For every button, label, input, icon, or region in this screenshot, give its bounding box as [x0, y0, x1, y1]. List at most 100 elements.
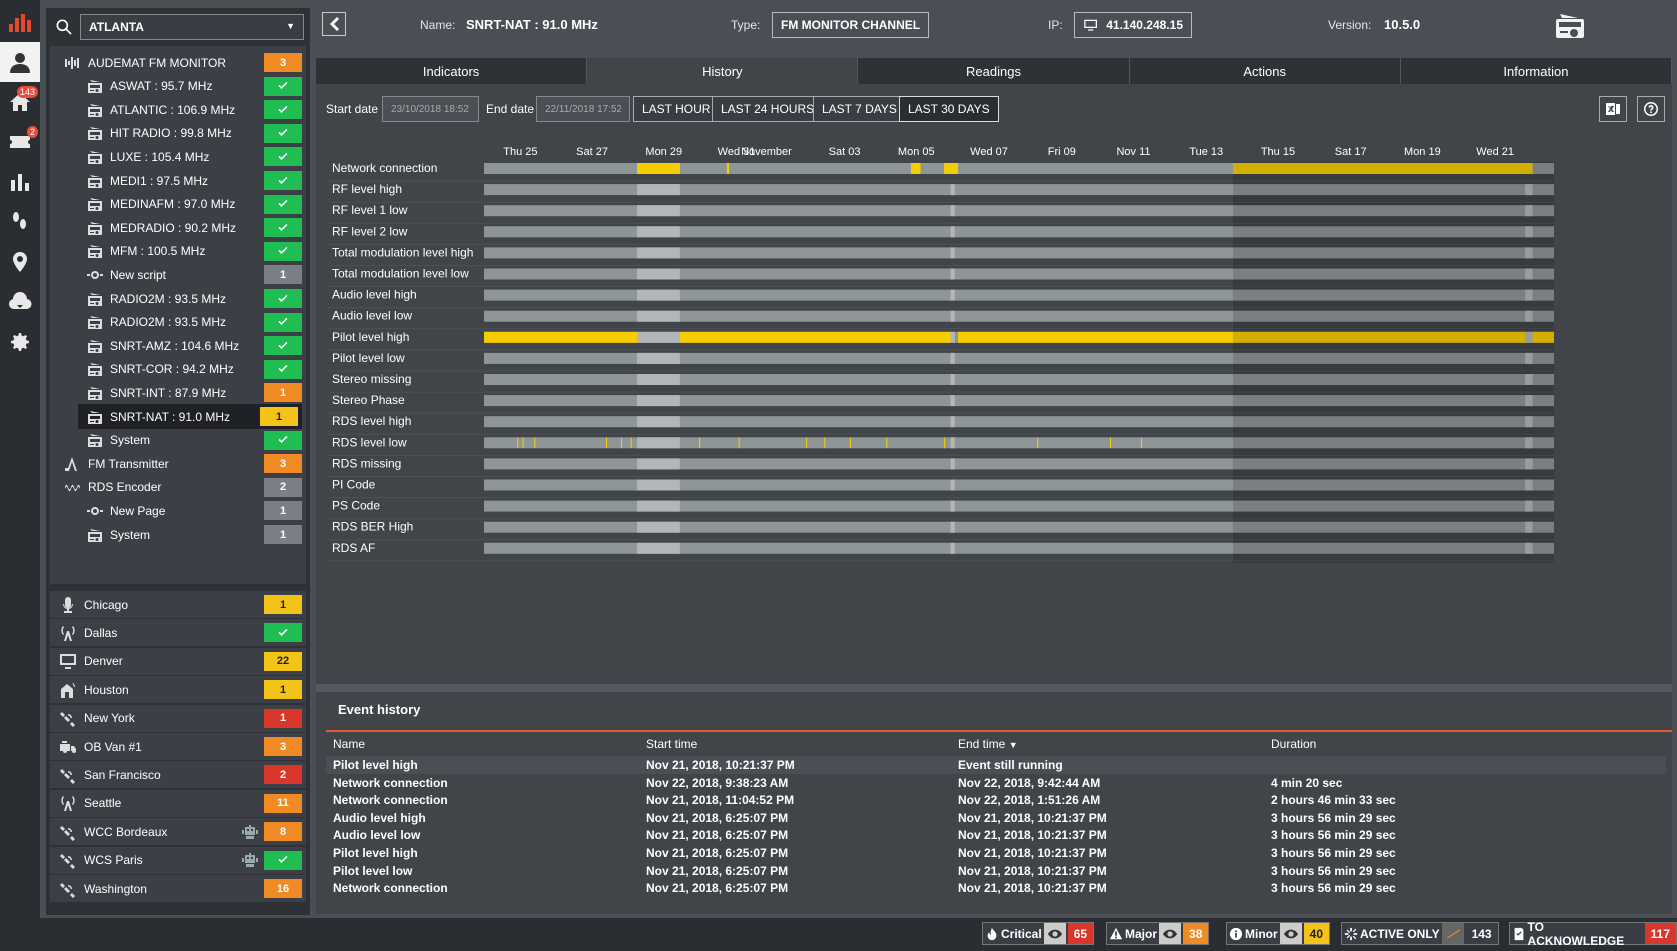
eye-icon[interactable]	[1043, 923, 1066, 944]
critical-filter[interactable]: Critical 65	[982, 922, 1095, 945]
site-item[interactable]: San Francisco 2	[50, 761, 306, 789]
status-badge: 1	[264, 501, 302, 521]
ticket-icon[interactable]: 2	[0, 122, 40, 162]
start-date-input[interactable]	[382, 96, 479, 122]
tree-item[interactable]: SNRT-COR : 94.2 MHz	[50, 357, 306, 382]
col-name-header[interactable]: Name	[333, 737, 365, 751]
range-button[interactable]: LAST 7 DAYS	[813, 96, 906, 122]
timeline-row-label: Audio level low	[332, 309, 412, 323]
site-item[interactable]: OB Van #1 3	[50, 733, 306, 760]
timeline-gap	[950, 331, 955, 343]
ip-button[interactable]: 41.140.248.15	[1074, 12, 1192, 38]
tree-item-label: New Page	[110, 503, 166, 518]
minor-filter[interactable]: Minor 40	[1226, 922, 1331, 945]
device-header: Name: SNRT-NAT : 91.0 MHz Type: FM MONIT…	[316, 0, 1677, 52]
tree-item[interactable]: MFM : 100.5 MHz	[50, 239, 306, 264]
tree-item[interactable]: HIT RADIO : 99.8 MHz	[50, 121, 306, 146]
panel-splitter[interactable]	[316, 684, 1672, 692]
tree-item[interactable]: MEDI1 : 97.5 MHz	[50, 168, 306, 193]
tree-item[interactable]: SNRT-AMZ : 104.6 MHz	[50, 333, 306, 358]
tree-item[interactable]: ASWAT : 95.7 MHz	[50, 74, 306, 99]
table-row[interactable]: Network connection Nov 22, 2018, 9:38:23 …	[326, 774, 1666, 792]
tree-item[interactable]: New script 1	[50, 262, 306, 287]
range-button[interactable]: LAST HOUR	[633, 96, 720, 122]
ip-value: 41.140.248.15	[1106, 18, 1183, 32]
timeline-row-label: Total modulation level high	[332, 245, 473, 259]
tree-item[interactable]: AUDEMAT FM MONITOR 3	[50, 50, 306, 75]
gear-icon[interactable]	[0, 322, 40, 362]
site-item[interactable]: Houston 1	[50, 676, 306, 704]
timeline-event	[517, 437, 519, 449]
eye-icon[interactable]	[1159, 923, 1182, 944]
tree-item[interactable]: FM Transmitter 3	[50, 451, 306, 476]
home-icon[interactable]: 143	[0, 82, 40, 122]
to-acknowledge-filter[interactable]: TO ACKNOWLEDGE 117	[1509, 920, 1677, 948]
table-row[interactable]: Audio level low Nov 21, 2018, 6:25:07 PM N…	[326, 826, 1666, 844]
range-button[interactable]: LAST 24 HOURS	[712, 96, 824, 122]
active-only-filter[interactable]: ACTIVE ONLY 143	[1341, 922, 1499, 945]
tree-item[interactable]: MEDINAFM : 97.0 MHz	[50, 192, 306, 217]
range-button[interactable]: LAST 30 DAYS	[899, 96, 999, 122]
major-filter[interactable]: Major 38	[1106, 922, 1210, 945]
status-badge: 1	[264, 265, 302, 285]
tab-readings[interactable]: Readings	[858, 58, 1130, 84]
tree-item[interactable]: System 1	[50, 522, 306, 547]
bar-chart-icon[interactable]	[0, 162, 40, 202]
tab-actions[interactable]: Actions	[1129, 58, 1401, 84]
cloud-download-icon[interactable]	[0, 282, 40, 322]
tree-item[interactable]: RDS Encoder 2	[50, 475, 306, 500]
timeline-gap	[637, 458, 680, 470]
site-item[interactable]: WCC Bordeaux 8	[50, 818, 306, 846]
site-item[interactable]: Washington 16	[50, 875, 306, 902]
site-item[interactable]: WCS Paris	[50, 846, 306, 874]
status-badge	[264, 76, 302, 96]
antenna-icon	[56, 794, 80, 812]
eye-icon[interactable]	[1279, 923, 1302, 944]
tree-item[interactable]: ATLANTIC : 106.9 MHz	[50, 97, 306, 122]
col-start-header[interactable]: Start time	[646, 737, 697, 751]
badge-count: 8	[279, 825, 287, 838]
col-duration-header[interactable]: Duration	[1271, 737, 1316, 751]
tree-item[interactable]: RADIO2M : 93.5 MHz	[50, 286, 306, 311]
site-item[interactable]: Dallas	[50, 619, 306, 647]
check-icon	[278, 294, 288, 302]
tree-item-label: ATLANTIC : 106.9 MHz	[110, 102, 236, 117]
tree-item[interactable]: LUXE : 105.4 MHz	[50, 144, 306, 169]
footsteps-icon[interactable]	[0, 202, 40, 242]
back-button[interactable]	[322, 12, 346, 36]
tree-item[interactable]: MEDRADIO : 90.2 MHz	[50, 215, 306, 240]
site-item[interactable]: New York 1	[50, 704, 306, 732]
radio-device-icon	[1556, 14, 1584, 38]
table-row[interactable]: Pilot level high Nov 21, 2018, 10:21:37 P…	[326, 756, 1666, 774]
table-row[interactable]: Audio level high Nov 21, 2018, 6:25:07 PM…	[326, 809, 1666, 827]
tree-item[interactable]: System	[50, 428, 306, 453]
end-date-input[interactable]	[536, 96, 630, 122]
site-item[interactable]: Seattle 11	[50, 789, 306, 817]
help-button[interactable]	[1637, 96, 1665, 122]
table-row[interactable]: Pilot level high Nov 21, 2018, 6:25:07 PM…	[326, 844, 1666, 862]
table-row[interactable]: Pilot level low Nov 21, 2018, 6:25:07 PM N…	[326, 862, 1666, 880]
tree-item[interactable]: New Page 1	[50, 498, 306, 523]
eye-off-icon[interactable]	[1441, 923, 1464, 944]
status-badge	[264, 171, 302, 190]
tab-history[interactable]: History	[587, 58, 859, 84]
tree-item[interactable]: SNRT-NAT : 91.0 MHz 1	[78, 404, 302, 429]
critical-label: Critical	[1001, 926, 1042, 941]
tab-information[interactable]: Information	[1400, 58, 1673, 84]
user-icon[interactable]	[0, 42, 40, 82]
site-item[interactable]: Chicago 1	[50, 591, 306, 618]
search-icon[interactable]	[54, 17, 74, 37]
site-select[interactable]: ATLANTA ▼	[80, 14, 304, 40]
home-badge: 143	[16, 86, 38, 98]
map-pin-icon[interactable]	[0, 242, 40, 282]
table-row[interactable]: Network connection Nov 21, 2018, 6:25:07 …	[326, 879, 1666, 897]
col-end-header[interactable]: End time ▼	[958, 737, 1018, 751]
export-excel-button[interactable]	[1599, 96, 1627, 122]
site-item[interactable]: Denver 22	[50, 647, 306, 675]
tree-item[interactable]: RADIO2M : 93.5 MHz	[50, 310, 306, 335]
site-item-label: WCC Bordeaux	[84, 824, 168, 839]
table-row[interactable]: Network connection Nov 21, 2018, 11:04:52…	[326, 791, 1666, 809]
tab-indicators[interactable]: Indicators	[316, 58, 588, 84]
name-label: Name:	[420, 18, 456, 32]
tree-item[interactable]: SNRT-INT : 87.9 MHz 1	[50, 380, 306, 405]
